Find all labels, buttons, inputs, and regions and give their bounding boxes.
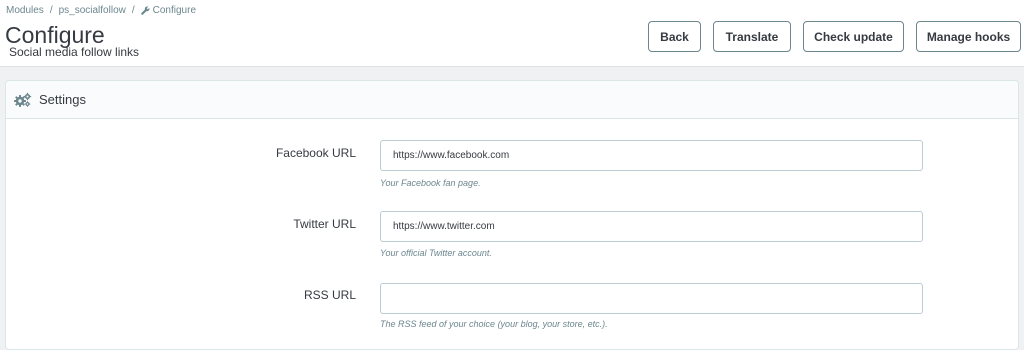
twitter-url-input[interactable] [380, 211, 923, 242]
page-header: Modules / ps_socialfollow / Configure Co… [0, 0, 1024, 67]
rss-url-label: RSS URL [303, 288, 356, 302]
twitter-url-help: Your official Twitter account. [380, 248, 492, 258]
facebook-url-input[interactable] [380, 140, 923, 171]
panel-heading-label: Settings [39, 92, 86, 107]
page-subtitle: Social media follow links [9, 45, 140, 59]
rss-url-help: The RSS feed of your choice (your blog, … [380, 319, 608, 329]
twitter-url-label: Twitter URL [293, 217, 356, 231]
panel-heading: Settings [6, 81, 1018, 119]
breadcrumb: Modules / ps_socialfollow / Configure [6, 5, 196, 16]
cogs-icon [14, 92, 32, 108]
facebook-url-help: Your Facebook fan page. [380, 178, 481, 188]
facebook-url-label: Facebook URL [275, 146, 356, 160]
breadcrumb-label: Configure [152, 5, 196, 16]
breadcrumb-separator: / [49, 5, 53, 16]
back-button[interactable]: Back [648, 21, 701, 52]
breadcrumb-current: Configure [140, 5, 196, 16]
check-update-button[interactable]: Check update [803, 21, 904, 52]
breadcrumb-separator: / [131, 5, 135, 16]
translate-button[interactable]: Translate [713, 21, 791, 52]
breadcrumb-link-modules[interactable]: Modules [6, 5, 44, 16]
manage-hooks-button[interactable]: Manage hooks [916, 21, 1021, 52]
wrench-icon [140, 6, 150, 15]
breadcrumb-link-module[interactable]: ps_socialfollow [59, 5, 126, 16]
rss-url-input[interactable] [380, 283, 923, 314]
settings-panel: Settings Facebook URL Your Facebook fan … [5, 80, 1019, 350]
